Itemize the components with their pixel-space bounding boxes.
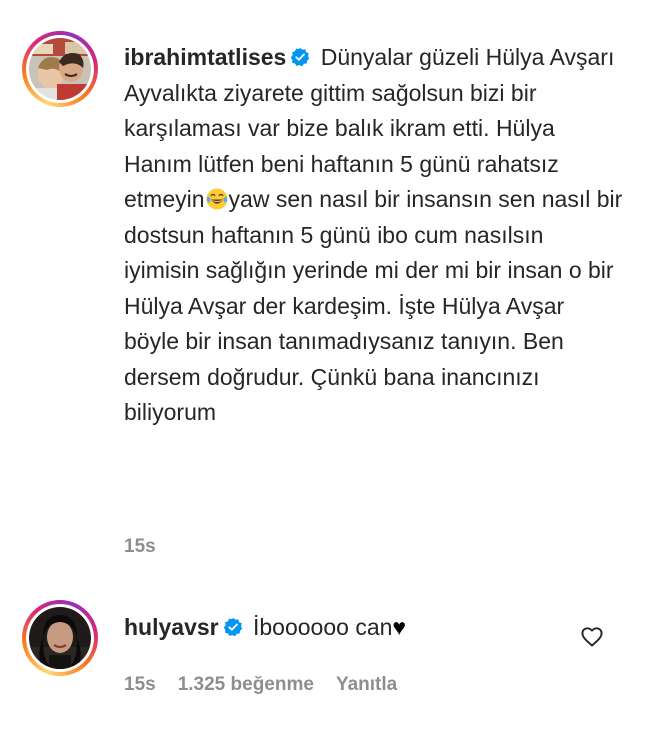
avatar-photo-reply <box>29 607 91 669</box>
reply-meta: 15s 1.325 beğenme Yanıtla <box>124 674 419 696</box>
avatar-ring[interactable] <box>22 31 98 107</box>
like-heart-icon[interactable] <box>580 625 604 649</box>
caption-timestamp[interactable]: 15s <box>124 536 156 557</box>
avatar-ring-reply[interactable] <box>22 600 98 676</box>
avatar[interactable] <box>29 38 91 100</box>
caption-text: ibrahimtatlises Dünyalar güzeli Hülya Av… <box>124 40 624 431</box>
verified-badge-icon <box>291 47 310 67</box>
reply-timestamp[interactable]: 15s <box>124 674 156 695</box>
face-with-tears-of-joy-icon <box>206 188 228 210</box>
verified-badge-icon <box>223 617 242 637</box>
username-ibrahimtatlises[interactable]: ibrahimtatlises <box>124 44 286 70</box>
reply-text: İboooooo can <box>246 614 393 640</box>
avatar-reply[interactable] <box>29 607 91 669</box>
caption-text-part2: yaw sen nasıl bir insansın sen nasıl bir… <box>124 186 623 425</box>
avatar-photo <box>29 38 91 100</box>
reply-like-count[interactable]: 1.325 beğenme <box>178 674 314 695</box>
caption-meta: 15s <box>124 536 178 558</box>
reply-button[interactable]: Yanıtla <box>336 674 397 695</box>
black-heart-icon: ♥ <box>392 614 407 640</box>
reply-comment: hulyavsr İboooooo can♥ 15s 1.325 beğenme Y… <box>0 590 650 737</box>
reply-text-block: hulyavsr İboooooo can♥ <box>124 610 624 646</box>
username-hulyavsr[interactable]: hulyavsr <box>124 614 219 640</box>
caption-comment: ibrahimtatlises Dünyalar güzeli Hülya Av… <box>0 0 650 560</box>
